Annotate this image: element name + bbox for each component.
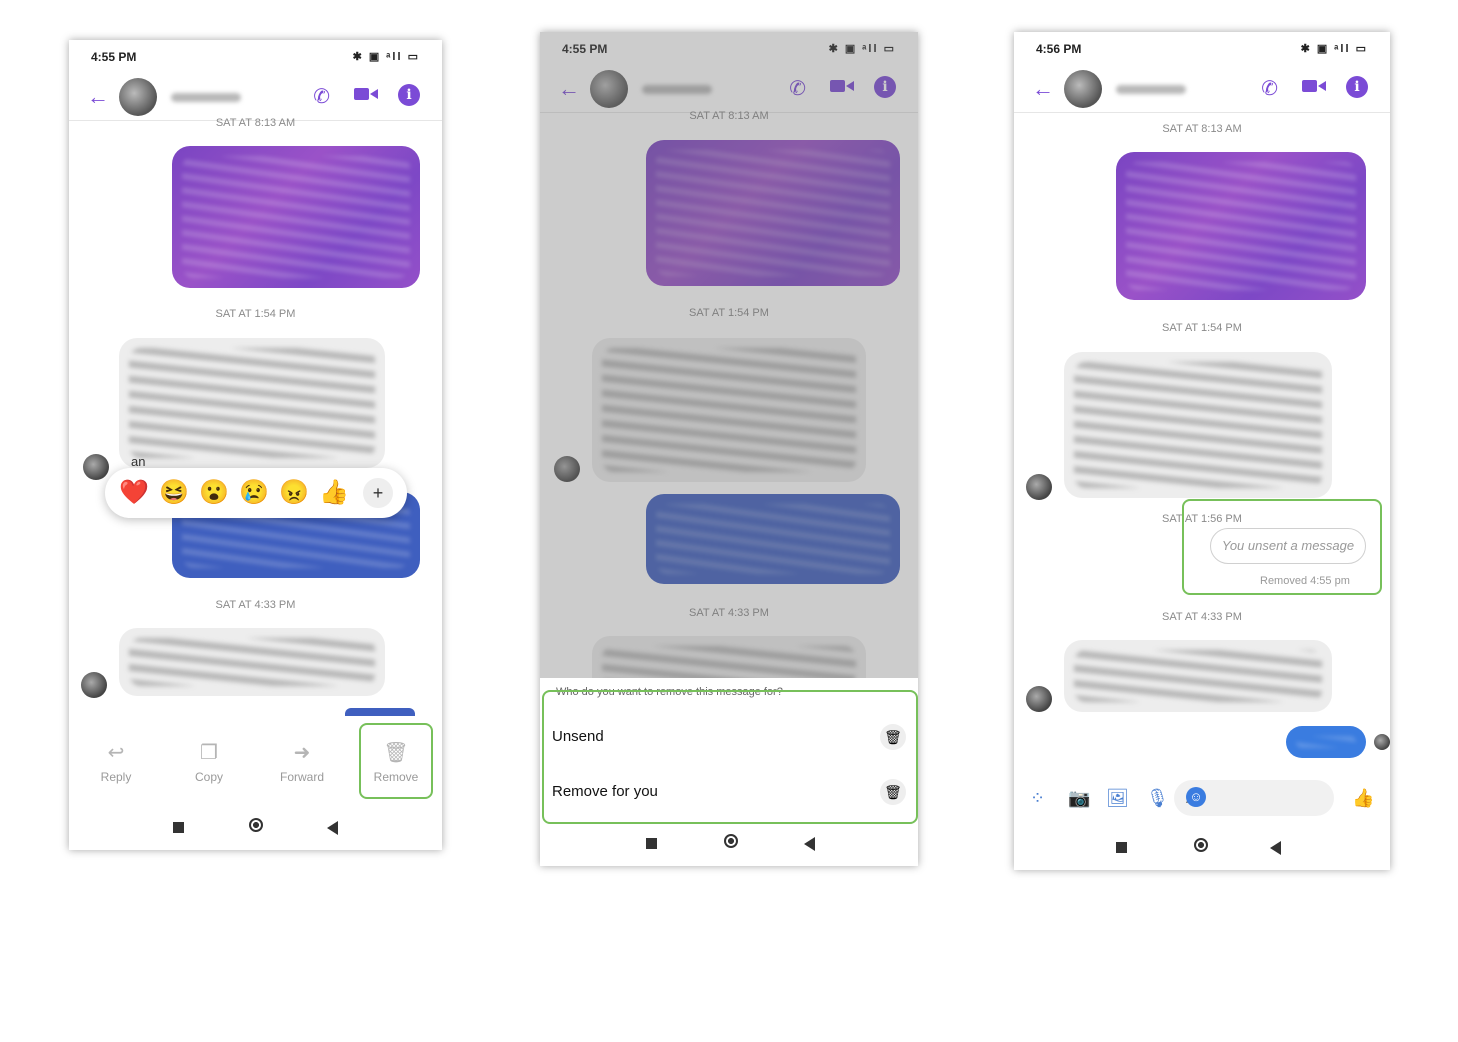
emoji-icon[interactable]: ☺ [1186, 787, 1206, 807]
chat-header: ← ✆ i [1014, 66, 1390, 113]
status-icons: ✱ ▣ ᵃll ▭ [1300, 43, 1368, 55]
received-message-redacted[interactable] [1064, 640, 1332, 712]
forward-label: Forward [279, 770, 324, 784]
status-time: 4:56 PM [1036, 42, 1082, 56]
android-nav-bar [69, 812, 442, 842]
android-nav-bar [540, 828, 918, 858]
info-icon[interactable]: i [398, 84, 420, 106]
angry-reaction-icon[interactable]: 😠 [279, 478, 309, 508]
remove-highlight-box [359, 723, 433, 799]
wow-reaction-icon[interactable]: 😮 [199, 478, 229, 508]
contact-avatar[interactable] [1064, 70, 1102, 108]
unsent-highlight-box [1182, 499, 1382, 595]
sent-message-redacted[interactable] [1116, 152, 1366, 300]
home-button[interactable] [249, 818, 263, 832]
forward-icon: ➜ [293, 742, 311, 764]
more-reactions-button[interactable]: + [363, 478, 393, 508]
recents-button[interactable] [173, 822, 184, 833]
partial-message-text: an [131, 454, 146, 469]
sender-avatar [83, 454, 109, 480]
sender-avatar [1026, 686, 1052, 712]
reply-icon: ↩ [107, 742, 125, 764]
status-icons: ✱ ▣ ᵃll ▭ [352, 51, 420, 63]
back-arrow-icon[interactable]: ← [1032, 76, 1054, 102]
message-composer: ⁘ 📷 🖼 🎙 Aa ☺ 👍 [1014, 780, 1390, 820]
timestamp: SAT AT 4:33 PM [1162, 611, 1242, 623]
reply-button[interactable]: ↩ Reply [81, 740, 151, 784]
home-button[interactable] [724, 834, 738, 848]
recents-button[interactable] [646, 838, 657, 849]
contact-name-redacted[interactable] [171, 93, 241, 102]
timestamp: SAT AT 1:54 PM [215, 308, 296, 320]
back-button[interactable] [327, 821, 338, 835]
laugh-reaction-icon[interactable]: 😆 [159, 478, 189, 508]
status-bar: 4:56 PM ✱ ▣ ᵃll ▭ [1014, 32, 1390, 66]
reply-label: Reply [100, 770, 132, 784]
timestamp: SAT AT 8:13 AM [215, 117, 296, 129]
microphone-icon[interactable]: 🎙 [1146, 788, 1169, 809]
phone-screen-3: 4:56 PM ✱ ▣ ᵃll ▭ ← ✆ i SAT AT 8:13 AM S… [1014, 32, 1390, 870]
received-message-redacted[interactable] [1064, 352, 1332, 498]
status-time: 4:55 PM [91, 50, 137, 64]
phone-call-icon[interactable]: ✆ [1261, 76, 1278, 101]
info-icon[interactable]: i [1346, 76, 1368, 98]
contact-avatar[interactable] [119, 78, 157, 116]
video-call-icon[interactable] [1302, 78, 1326, 94]
forward-button[interactable]: ➜ Forward [267, 740, 337, 784]
options-highlight-box [542, 690, 918, 824]
sent-message-partial [345, 708, 415, 716]
phone-screen-2: 4:55 PM ✱ ▣ ᵃll ▭ ← ✆ i SAT AT 8:13 AM S… [540, 32, 918, 866]
gallery-icon[interactable]: 🖼 [1106, 788, 1129, 809]
sender-avatar [1026, 474, 1052, 500]
home-button[interactable] [1194, 838, 1208, 852]
reaction-bar: ❤️ 😆 😮 😢 😠 👍 + [105, 468, 407, 518]
chat-header: ← ✆ i [69, 74, 442, 121]
heart-reaction-icon[interactable]: ❤️ [119, 478, 149, 508]
status-bar: 4:55 PM ✱ ▣ ᵃll ▭ [69, 40, 442, 74]
sad-reaction-icon[interactable]: 😢 [239, 478, 269, 508]
seen-avatar [1374, 734, 1390, 750]
dim-overlay[interactable] [540, 32, 918, 678]
back-button[interactable] [1270, 841, 1281, 855]
video-call-icon[interactable] [354, 86, 378, 102]
copy-label: Copy [194, 770, 223, 784]
sent-message-redacted[interactable] [1286, 726, 1366, 758]
sent-message-redacted[interactable] [172, 146, 420, 288]
message-input[interactable]: Aa ☺ [1174, 780, 1334, 816]
apps-grid-icon[interactable]: ⁘ [1030, 788, 1045, 809]
timestamp: SAT AT 1:54 PM [1162, 322, 1242, 334]
phone-screen-1: 4:55 PM ✱ ▣ ᵃll ▭ ← ✆ i SAT AT 8:13 AM S… [69, 40, 442, 850]
thumbs-up-reaction-icon[interactable]: 👍 [319, 478, 349, 508]
phone-call-icon[interactable]: ✆ [313, 84, 330, 109]
back-button[interactable] [804, 837, 815, 851]
sender-avatar [81, 672, 107, 698]
contact-name-redacted[interactable] [1116, 85, 1186, 94]
back-arrow-icon[interactable]: ← [87, 84, 109, 110]
timestamp: SAT AT 8:13 AM [1162, 123, 1242, 135]
android-nav-bar [1014, 832, 1390, 862]
camera-icon[interactable]: 📷 [1068, 788, 1090, 809]
copy-button[interactable]: ❐ Copy [174, 740, 244, 784]
received-message-redacted[interactable] [119, 338, 385, 468]
copy-icon: ❐ [200, 742, 218, 764]
recents-button[interactable] [1116, 842, 1127, 853]
timestamp: SAT AT 4:33 PM [215, 599, 296, 611]
thumbs-up-icon[interactable]: 👍 [1352, 788, 1374, 809]
received-message-redacted[interactable] [119, 628, 385, 696]
